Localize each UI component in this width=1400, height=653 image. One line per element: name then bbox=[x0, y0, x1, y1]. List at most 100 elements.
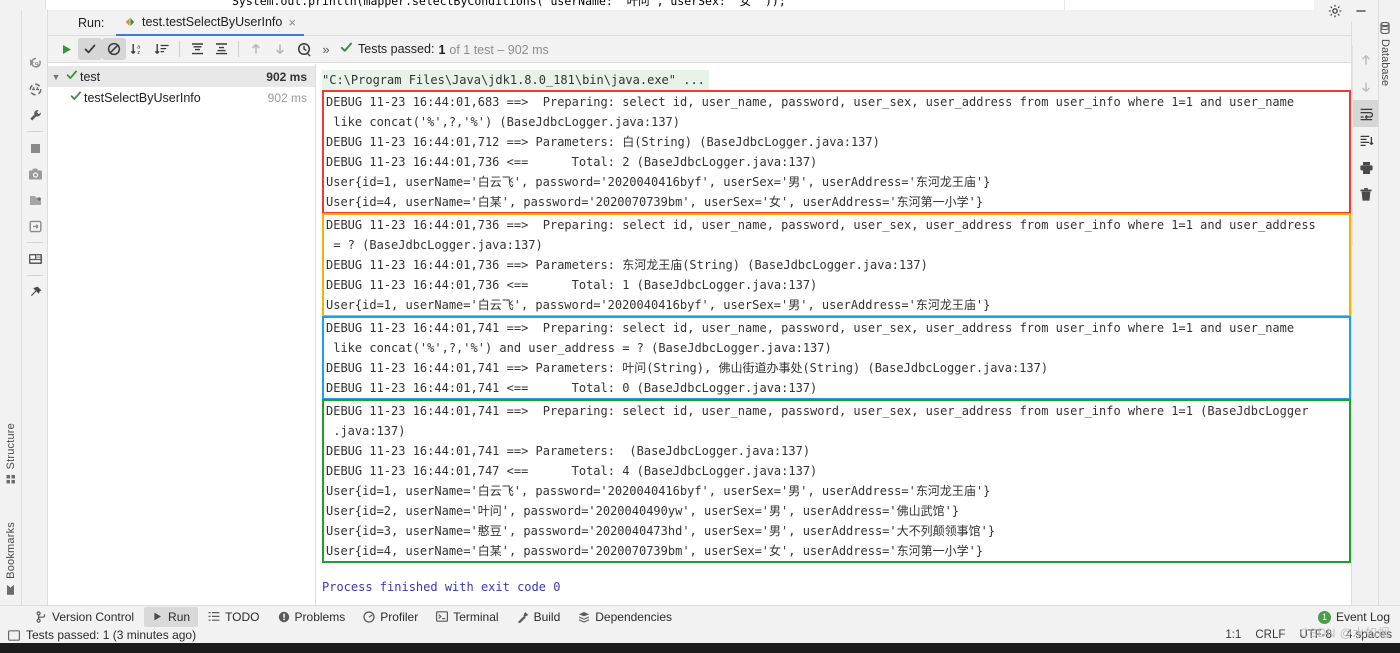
dependencies-icon bbox=[578, 611, 590, 623]
icon-column-separator-2 bbox=[27, 242, 43, 243]
icon-column-separator-3 bbox=[27, 275, 43, 276]
scroll-up-icon[interactable] bbox=[1353, 46, 1379, 73]
console-line: User{id=1, userName='白云飞', password='202… bbox=[326, 298, 991, 312]
rerun-icon[interactable] bbox=[54, 38, 78, 60]
bottom-tab-profiler[interactable]: Profiler bbox=[355, 607, 426, 627]
bottom-tool-tabs: Version Control Run TODO Problems Profil… bbox=[0, 605, 1400, 627]
hide-ignored-icon[interactable] bbox=[102, 38, 126, 60]
svg-text:z: z bbox=[137, 50, 140, 56]
test-tree-row-case-duration: 902 ms bbox=[267, 90, 307, 105]
status-bar: Tests passed: 1 (3 minutes ago) 1:1 CRLF… bbox=[0, 626, 1400, 643]
ide-window: System.out.println(mapper.selectByCondit… bbox=[0, 0, 1400, 653]
close-icon[interactable]: × bbox=[288, 16, 296, 29]
bottom-tab-terminal-label: Terminal bbox=[453, 609, 499, 624]
sidebar-tab-structure-label: Structure bbox=[5, 422, 17, 469]
sidebar-tab-database[interactable]: Database bbox=[1379, 21, 1391, 87]
console-side-toolbar bbox=[1352, 46, 1379, 246]
history-icon[interactable] bbox=[292, 38, 316, 60]
console-process-finished: Process finished with exit code 0 bbox=[322, 580, 561, 594]
console-line: DEBUG 11-23 16:44:01,736 ==> Parameters:… bbox=[326, 258, 928, 272]
toolbar-separator bbox=[179, 41, 180, 57]
tab-test-run[interactable]: test.testSelectByUserInfo × bbox=[116, 10, 304, 36]
bottom-tab-terminal[interactable]: Terminal bbox=[428, 607, 506, 627]
pin-icon[interactable] bbox=[22, 279, 48, 305]
console-line: DEBUG 11-23 16:44:01,741 ==> Preparing: … bbox=[326, 404, 1309, 418]
caret-position[interactable]: 1:1 bbox=[1225, 629, 1241, 641]
settings-wrench-icon[interactable] bbox=[22, 102, 48, 128]
console-group-red: DEBUG 11-23 16:44:01,683 ==> Preparing: … bbox=[322, 90, 1351, 214]
bottom-tab-problems-label: Problems bbox=[294, 609, 346, 624]
bottom-tab-run[interactable]: Run bbox=[144, 606, 199, 627]
run-icon bbox=[152, 611, 163, 622]
console-line: User{id=1, userName='白云飞', password='202… bbox=[326, 484, 991, 498]
console-group-blue: DEBUG 11-23 16:44:01,741 ==> Preparing: … bbox=[322, 316, 1351, 400]
minimize-icon[interactable] bbox=[1350, 2, 1372, 20]
soft-wrap-icon[interactable] bbox=[1353, 100, 1379, 127]
sort-by-duration-icon[interactable] bbox=[150, 38, 174, 60]
print-icon[interactable] bbox=[1353, 154, 1379, 181]
sidebar-tab-database-label: Database bbox=[1379, 39, 1391, 87]
branch-icon bbox=[36, 610, 47, 623]
status-bar-message: Tests passed: 1 (3 minutes ago) bbox=[26, 628, 197, 642]
chevron-down-icon[interactable]: ▼ bbox=[48, 72, 64, 82]
console-group-green: DEBUG 11-23 16:44:01,741 ==> Preparing: … bbox=[322, 399, 1351, 563]
bottom-tab-build-label: Build bbox=[533, 609, 561, 624]
test-tree-row-suite-label: test bbox=[80, 69, 101, 84]
console-line: DEBUG 11-23 16:44:01,736 <== Total: 2 (B… bbox=[326, 155, 818, 169]
todo-icon bbox=[208, 611, 220, 622]
test-results-tree: ▼ test 902 ms testSelectByUserInfo 902 m… bbox=[48, 64, 316, 607]
bottom-tab-dependencies[interactable]: Dependencies bbox=[570, 607, 680, 627]
check-icon bbox=[64, 69, 80, 84]
export-test-results-icon[interactable] bbox=[22, 187, 48, 213]
screenshot-icon[interactable] bbox=[22, 161, 48, 187]
bottom-tab-problems[interactable]: Problems bbox=[270, 607, 354, 627]
editor-code-line: System.out.println(mapper.selectByCondit… bbox=[232, 0, 786, 8]
bottom-tab-todo[interactable]: TODO bbox=[200, 607, 267, 627]
rerun-tests-icon[interactable] bbox=[22, 76, 48, 102]
collapse-all-icon[interactable] bbox=[209, 38, 233, 60]
console-line: User{id=4, userName='白某', password='2020… bbox=[326, 195, 984, 209]
editor-strip: System.out.println(mapper.selectByCondit… bbox=[0, 0, 1400, 10]
rerun-failed-icon[interactable]: 9 bbox=[22, 50, 48, 76]
stop-icon[interactable] bbox=[22, 135, 48, 161]
console-line: DEBUG 11-23 16:44:01,712 ==> Parameters:… bbox=[326, 135, 880, 149]
line-separator[interactable]: CRLF bbox=[1255, 629, 1285, 641]
sidebar-tab-structure[interactable]: Structure bbox=[0, 419, 22, 487]
structure-icon bbox=[5, 474, 17, 483]
console-line: DEBUG 11-23 16:44:01,741 ==> Parameters:… bbox=[326, 361, 1049, 375]
scroll-to-end-icon[interactable] bbox=[1353, 127, 1379, 154]
show-passed-icon[interactable] bbox=[78, 38, 102, 60]
import-test-results-icon[interactable] bbox=[22, 213, 48, 239]
bottom-tab-profiler-label: Profiler bbox=[380, 609, 419, 624]
bookmark-icon bbox=[5, 584, 17, 595]
console-line: User{id=4, userName='白某', password='2020… bbox=[326, 544, 984, 558]
next-failed-icon[interactable] bbox=[268, 38, 292, 60]
database-icon bbox=[1379, 21, 1391, 35]
window-controls bbox=[1314, 0, 1378, 22]
settings-gear-icon[interactable] bbox=[1324, 2, 1346, 20]
test-tree-row-suite[interactable]: ▼ test 902 ms bbox=[48, 66, 315, 87]
console-line: DEBUG 11-23 16:44:01,741 ==> Preparing: … bbox=[326, 321, 1295, 335]
scroll-down-icon[interactable] bbox=[1353, 73, 1379, 100]
clear-all-icon[interactable] bbox=[1353, 181, 1379, 208]
test-tree-row-case[interactable]: testSelectByUserInfo 902 ms bbox=[48, 87, 315, 108]
editor-right-pane bbox=[1064, 0, 1354, 10]
layout-icon[interactable] bbox=[22, 246, 48, 272]
sidebar-tab-bookmarks[interactable]: Bookmarks bbox=[0, 518, 22, 599]
bottom-tab-version-control-label: Version Control bbox=[52, 609, 135, 624]
run-tool-window: Run: test.testSelectByUserInfo × az » Te… bbox=[48, 10, 1352, 607]
bottom-tab-version-control[interactable]: Version Control bbox=[28, 607, 142, 627]
console-output[interactable]: "C:\Program Files\Java\jdk1.8.0_181\bin\… bbox=[316, 64, 1351, 607]
run-window-label: Run: bbox=[78, 16, 105, 30]
event-log-label: Event Log bbox=[1335, 610, 1390, 624]
sort-alphabetically-icon[interactable]: az bbox=[126, 38, 150, 60]
expand-all-icon[interactable] bbox=[185, 38, 209, 60]
run-toolbar: az » Tests passed: 1 of 1 test – 902 ms bbox=[48, 36, 1351, 63]
check-icon bbox=[68, 90, 84, 105]
build-hammer-icon bbox=[517, 611, 529, 623]
toolbar-overflow-button[interactable]: » bbox=[316, 42, 336, 57]
console-line: User{id=3, userName='憨豆', password='2020… bbox=[326, 524, 996, 538]
test-tree-row-suite-duration: 902 ms bbox=[266, 69, 307, 84]
prev-failed-icon[interactable] bbox=[244, 38, 268, 60]
bottom-tab-build[interactable]: Build bbox=[509, 607, 569, 627]
